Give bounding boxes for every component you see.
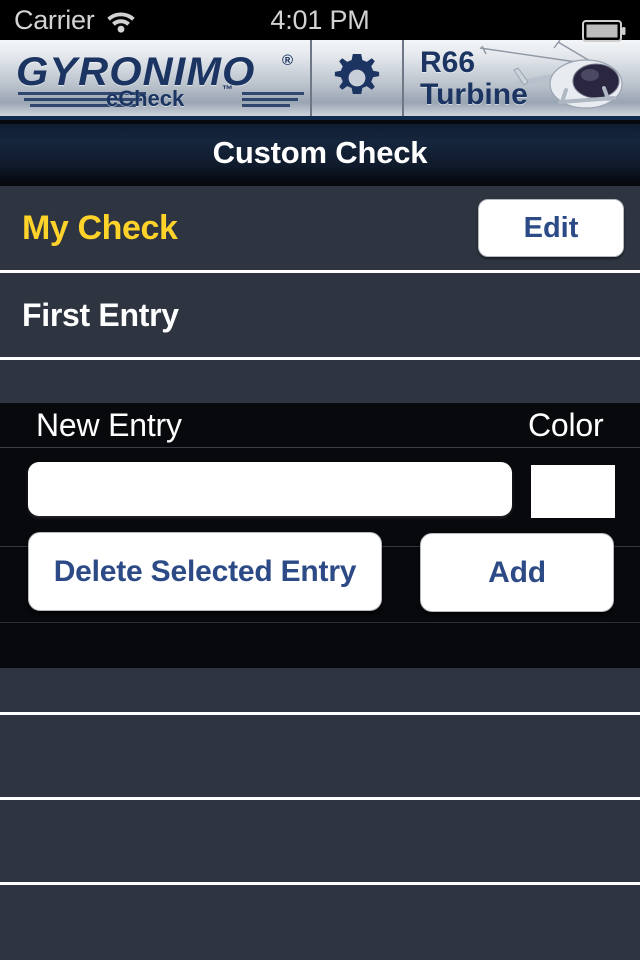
table-row[interactable]	[0, 360, 640, 403]
page-title: Custom Check	[212, 135, 428, 170]
logo-registered-mark: ®	[282, 52, 294, 69]
aircraft-model-line2: Turbine	[420, 78, 528, 111]
logo-product-name: eCheck	[106, 86, 185, 111]
status-bar: Carrier 4:01 PM	[0, 0, 640, 42]
table-row-check-name[interactable]: My Check Edit	[0, 186, 640, 270]
settings-button[interactable]	[312, 40, 404, 116]
color-label: Color	[528, 407, 604, 443]
edit-button-label: Edit	[523, 211, 579, 244]
table-row[interactable]: First Entry	[0, 273, 640, 357]
add-button-label: Add	[488, 555, 546, 589]
new-entry-label: New Entry	[36, 407, 182, 443]
logo-streak	[242, 98, 298, 101]
new-entry-form: New Entry Color Delete Selected Entry Ad…	[0, 403, 640, 622]
app-screen: Carrier 4:01 PM GYRONIMO ® eCheck ™ R66 …	[0, 0, 640, 960]
aircraft-model-line1: R66	[420, 46, 476, 79]
edit-button[interactable]: Edit	[478, 199, 624, 257]
check-name-label: My Check	[22, 208, 178, 247]
check-list: My Check Edit First Entry	[0, 186, 640, 403]
table-row[interactable]	[0, 800, 640, 882]
logo-trademark-mark: ™	[222, 84, 233, 96]
brand-logo[interactable]: GYRONIMO ® eCheck ™	[0, 40, 312, 116]
gyronimo-logo-wrap: GYRONIMO ® eCheck ™	[10, 48, 306, 112]
add-button[interactable]: Add	[420, 533, 614, 612]
page-title-bar: Custom Check	[0, 124, 640, 182]
gear-icon[interactable]	[330, 51, 384, 105]
new-entry-input[interactable]	[28, 462, 512, 516]
section-gap	[0, 622, 640, 668]
logo-streak	[242, 104, 290, 107]
delete-selected-entry-button[interactable]: Delete Selected Entry	[28, 532, 382, 611]
divider	[0, 447, 640, 448]
table-row[interactable]	[0, 715, 640, 797]
list-item-label: First Entry	[22, 296, 179, 333]
brand-header: GYRONIMO ® eCheck ™ R66 Turbine	[0, 40, 640, 120]
form-label-row: New Entry Color	[0, 403, 640, 448]
color-swatch[interactable]	[531, 465, 615, 518]
status-bar-time: 4:01 PM	[270, 4, 370, 35]
entry-table	[0, 668, 640, 960]
aircraft-model-label: R66 Turbine	[420, 47, 528, 111]
table-row[interactable]	[0, 668, 640, 712]
table-row[interactable]	[0, 885, 640, 960]
delete-selected-entry-label: Delete Selected Entry	[53, 554, 357, 588]
aircraft-model[interactable]: R66 Turbine	[404, 40, 640, 116]
